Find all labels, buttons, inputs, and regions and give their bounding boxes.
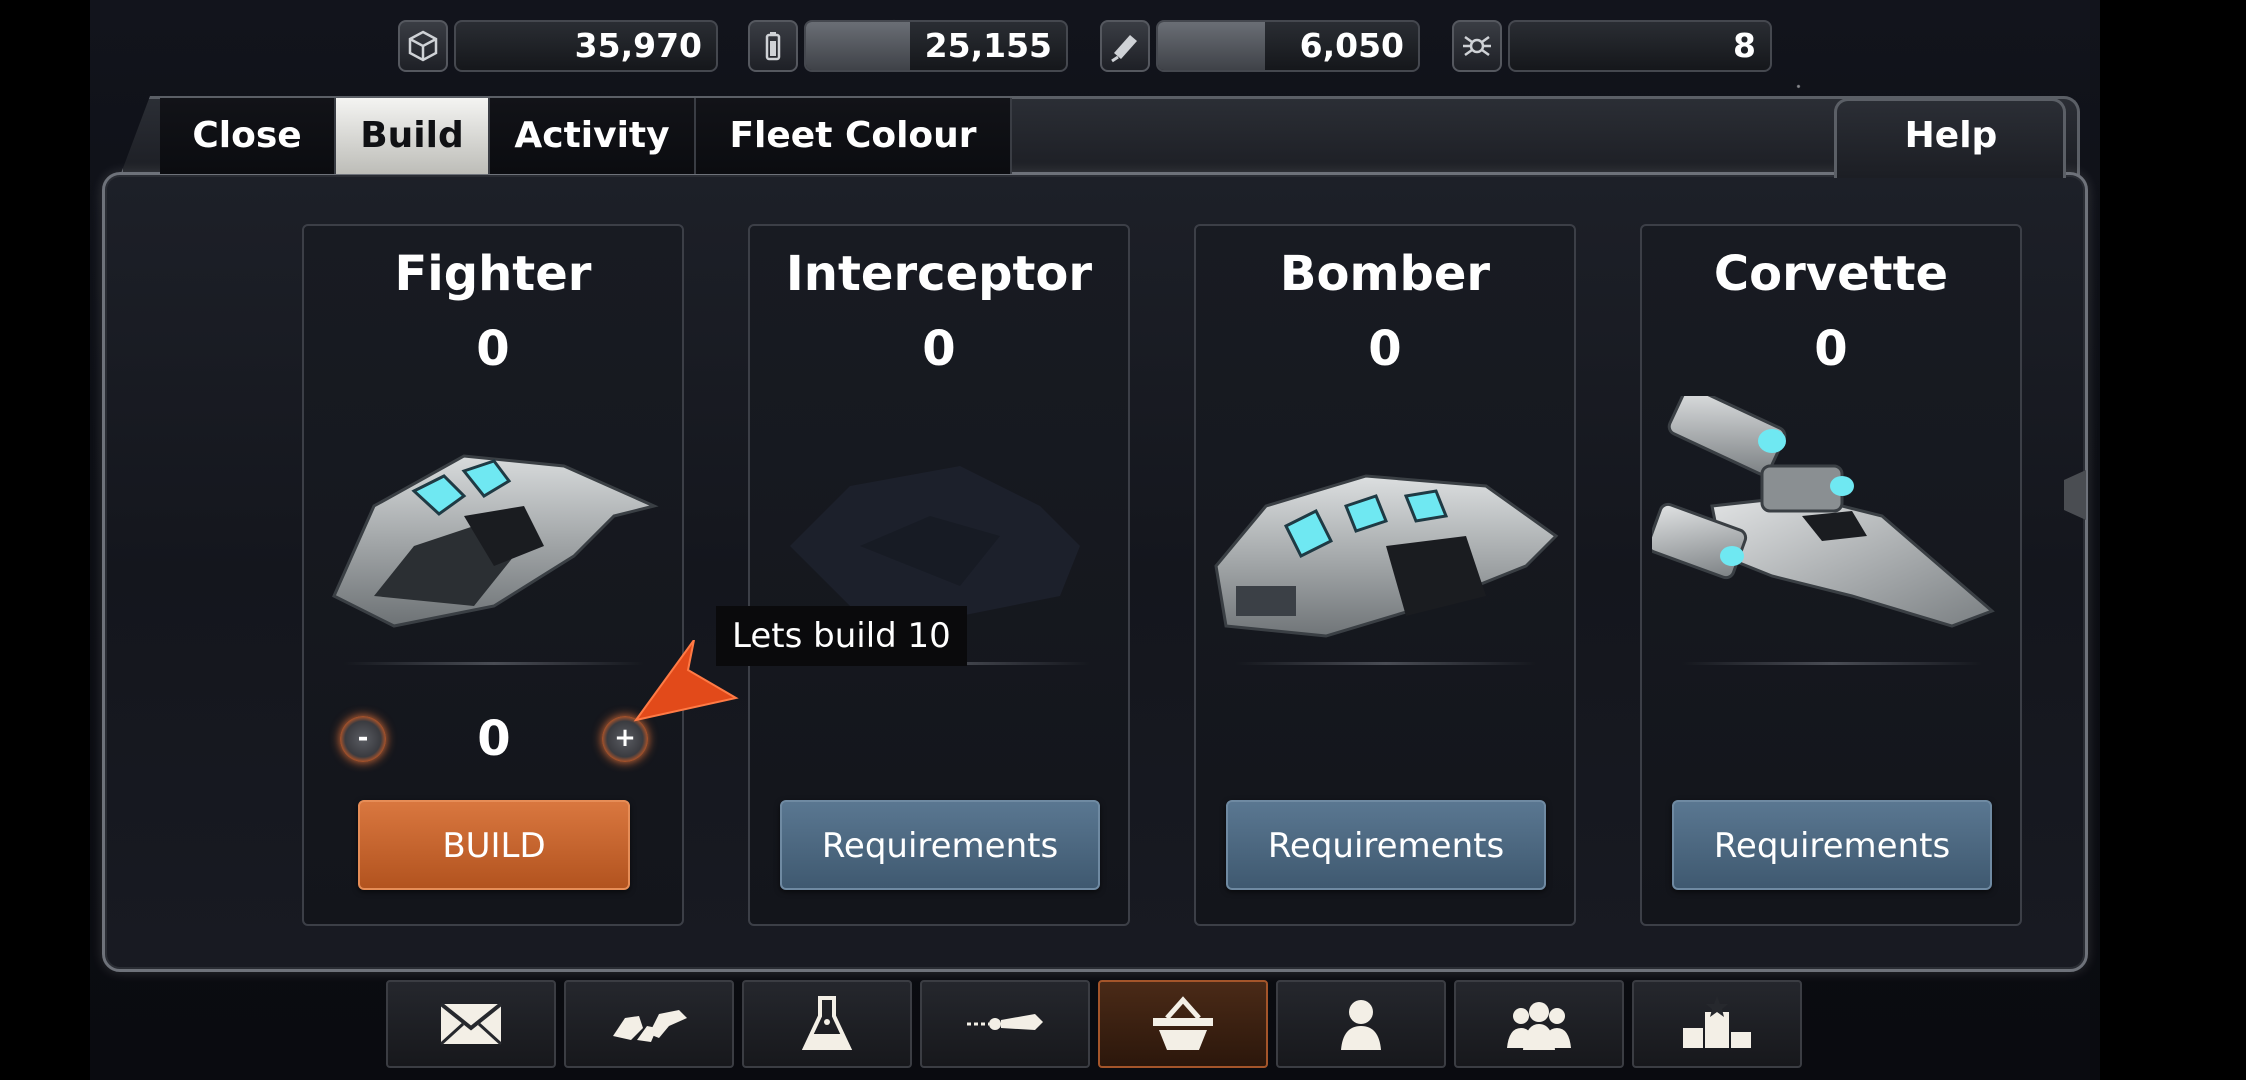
shipyard-basket-icon (1153, 996, 1213, 1050)
ship-card-corvette: Corvette 0 Requirements (1640, 224, 2022, 926)
energy-fill (806, 22, 910, 70)
corvette-ship-image (1652, 396, 1995, 628)
tutorial-pointer-arrow-icon (633, 640, 739, 722)
tutorial-tooltip: Lets build 10 (716, 606, 967, 666)
credits-value: 35,970 (574, 26, 702, 65)
resource-credits: 35,970 (398, 20, 718, 72)
crystal-icon (1100, 20, 1150, 72)
ship-count: 0 (922, 321, 956, 377)
decrease-quantity-button[interactable]: - (340, 716, 386, 762)
resource-crew: 8 (1452, 20, 1772, 72)
mail-icon (439, 1002, 503, 1046)
resource-crystal: 6,050 (1100, 20, 1420, 72)
tab-build[interactable]: Build (336, 98, 490, 174)
card-divider (1236, 662, 1536, 665)
bomber-ship-image (1214, 474, 1559, 638)
fighter-ship-image (332, 454, 659, 628)
research-flask-icon (801, 996, 853, 1050)
cube-icon (398, 20, 448, 72)
weapon-icon (967, 1014, 1043, 1030)
tab-close[interactable]: Close (160, 98, 336, 174)
ship-count: 0 (1368, 321, 1402, 377)
ship-card-bomber: Bomber 0 Requirements (1194, 224, 1576, 926)
ship-name: Corvette (1713, 246, 1949, 302)
build-quantity-value: 0 (477, 711, 511, 767)
tab-activity[interactable]: Activity (490, 98, 696, 174)
alliance-icon (1507, 1002, 1571, 1050)
nav-alliance-button[interactable] (1454, 980, 1624, 1068)
ship-count: 0 (476, 321, 510, 377)
energy-bar: 25,155 (804, 20, 1068, 72)
requirements-button[interactable]: Requirements (780, 800, 1100, 890)
nav-weapons-button[interactable] (920, 980, 1090, 1068)
tab-fleet-colour[interactable]: Fleet Colour (696, 98, 1012, 174)
requirements-button[interactable]: Requirements (1672, 800, 1992, 890)
resource-energy: 25,155 (748, 20, 1068, 72)
next-page-hint-icon (2064, 470, 2086, 520)
crew-icon (1452, 20, 1502, 72)
card-divider (1682, 662, 1982, 665)
credits-bar: 35,970 (454, 20, 718, 72)
nav-shipyard-button[interactable] (1098, 980, 1268, 1068)
crew-value: 8 (1733, 26, 1756, 65)
tab-help[interactable]: Help (1838, 98, 2064, 174)
battery-icon (748, 20, 798, 72)
nav-research-button[interactable] (742, 980, 912, 1068)
nav-mail-button[interactable] (386, 980, 556, 1068)
ship-card-interceptor: Interceptor 0 Requirements (748, 224, 1130, 926)
card-divider (344, 662, 644, 665)
crew-bar: 8 (1508, 20, 1772, 72)
nav-leaderboard-button[interactable] (1632, 980, 1802, 1068)
profile-icon (1341, 1000, 1381, 1050)
crystal-fill (1158, 22, 1265, 70)
crystal-bar: 6,050 (1156, 20, 1420, 72)
requirements-button[interactable]: Requirements (1226, 800, 1546, 890)
ship-name: Interceptor (785, 246, 1093, 302)
crystal-value: 6,050 (1299, 26, 1404, 65)
leaderboard-icon (1683, 996, 1751, 1048)
ship-name: Bomber (1279, 246, 1491, 302)
ship-name: Fighter (394, 246, 592, 302)
nav-profile-button[interactable] (1276, 980, 1446, 1068)
ship-card-fighter: Fighter 0 - 0 + BUILD (302, 224, 684, 926)
ship-count: 0 (1814, 321, 1848, 377)
fleet-icon (613, 1010, 687, 1042)
nav-fleet-button[interactable] (564, 980, 734, 1068)
energy-value: 25,155 (924, 26, 1052, 65)
build-button[interactable]: BUILD (358, 800, 630, 890)
